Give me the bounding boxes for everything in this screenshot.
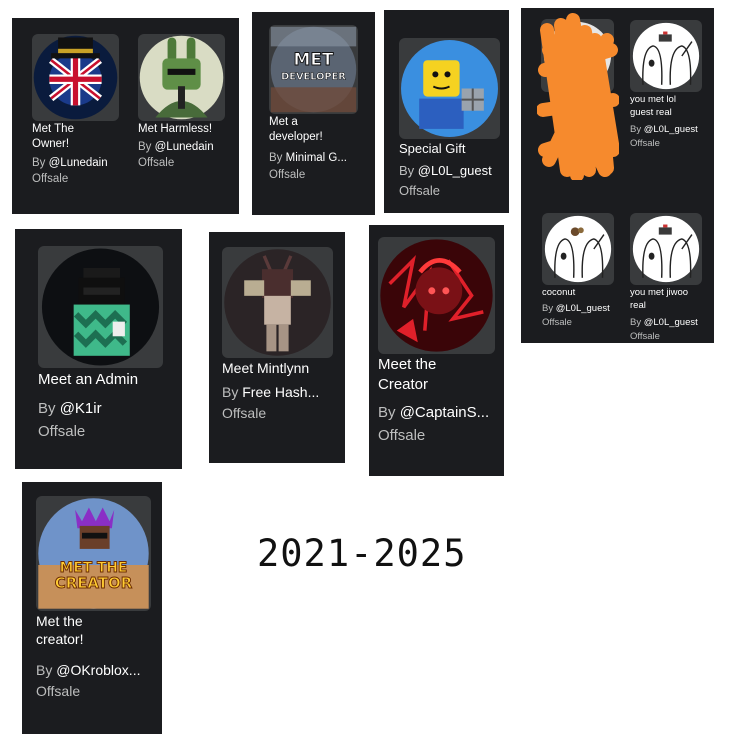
creator-link[interactable]: Minimal G... xyxy=(286,152,347,164)
badge-creator-line: By @L0L_guest xyxy=(399,163,492,178)
badge-name: Meet Mintlynn xyxy=(222,360,310,376)
badge-name: Met Harmless! xyxy=(138,123,213,135)
wojak-meme-icon xyxy=(630,213,702,285)
badge-creator-line: By @Lunedain xyxy=(32,157,108,169)
creator-link[interactable]: @Lunedain xyxy=(155,141,214,153)
badge-price: Offsale xyxy=(36,683,81,699)
badge-price: Offsale xyxy=(542,317,572,328)
badge-name: you met lol guest real xyxy=(630,94,676,118)
badge-name: Meet the Creator xyxy=(378,356,437,393)
badge-creator-line: By @L0L_guest xyxy=(630,124,698,135)
badge-price: Offsale xyxy=(630,331,660,342)
mintlynn-avatar-icon xyxy=(222,247,333,358)
badge-creator-line: By @L0L_guest xyxy=(630,317,698,328)
badge-price: Offsale xyxy=(378,427,426,444)
badge-creator-line: By Free Hash... xyxy=(222,384,320,400)
badge-price: Offsale xyxy=(222,405,267,421)
badge-creator-line: By @L0L_guest xyxy=(542,303,610,314)
creator-link[interactable]: @L0L_guest xyxy=(418,163,492,178)
badge-name: Met The Owner! xyxy=(32,123,74,151)
met-developer-badge-icon: MET DEVELOPER xyxy=(269,25,358,114)
badge-name: Meet an Admin xyxy=(38,371,139,388)
creator-link[interactable]: @L0L_guest xyxy=(644,124,698,135)
orange-scribble-overlay xyxy=(537,13,619,180)
creator-link[interactable]: @Lunedain xyxy=(49,157,108,169)
badge-creator-line: By @K1ir xyxy=(38,400,102,417)
badge-price: Offsale xyxy=(399,183,440,198)
noob-gift-avatar-icon xyxy=(399,38,500,139)
badge-creator-line: By Minimal G... xyxy=(269,152,347,164)
badge-price: Offsale xyxy=(32,173,69,185)
badge-name: coconut xyxy=(542,287,576,298)
green-bunny-avatar-icon xyxy=(138,34,225,121)
badge-name: you met jiwoo real xyxy=(630,287,689,311)
badge-name: Met the creator! xyxy=(36,613,84,648)
badge-name: Met a developer! xyxy=(269,116,323,144)
badge-creator-line: By @Lunedain xyxy=(138,141,214,153)
met-the-creator-badge-icon: MET THE CREATOR xyxy=(36,496,151,611)
admin-avatar-icon xyxy=(38,246,163,368)
red-creator-avatar-icon xyxy=(378,237,495,354)
union-jack-tophat-avatar-icon xyxy=(32,34,119,121)
wojak-coconut-meme-icon xyxy=(542,213,614,285)
badge-creator-line: By @CaptainS... xyxy=(378,404,490,421)
creator-link[interactable]: @CaptainS... xyxy=(400,404,489,421)
badge-creator-line: By @OKroblox... xyxy=(36,662,141,678)
badge-name: Special Gift xyxy=(399,141,466,156)
creator-link[interactable]: @OKroblox... xyxy=(56,662,140,678)
badge-price: Offsale xyxy=(38,423,86,440)
badge-price: Offsale xyxy=(630,138,660,149)
badge-art-text: CREATOR xyxy=(55,574,133,592)
creator-link[interactable]: @L0L_guest xyxy=(556,303,610,314)
creator-link[interactable]: @L0L_guest xyxy=(644,317,698,328)
badge-price: Offsale xyxy=(269,169,306,181)
wojak-meme-icon xyxy=(630,20,702,92)
creator-link[interactable]: Free Hash... xyxy=(242,384,319,400)
badge-art-text: DEVELOPER xyxy=(281,71,346,82)
badge-price: Offsale xyxy=(138,157,175,169)
creator-link[interactable]: @K1ir xyxy=(60,400,102,417)
year-range-label: 2021-2025 xyxy=(257,532,467,575)
badge-art-text: MET xyxy=(294,49,334,69)
